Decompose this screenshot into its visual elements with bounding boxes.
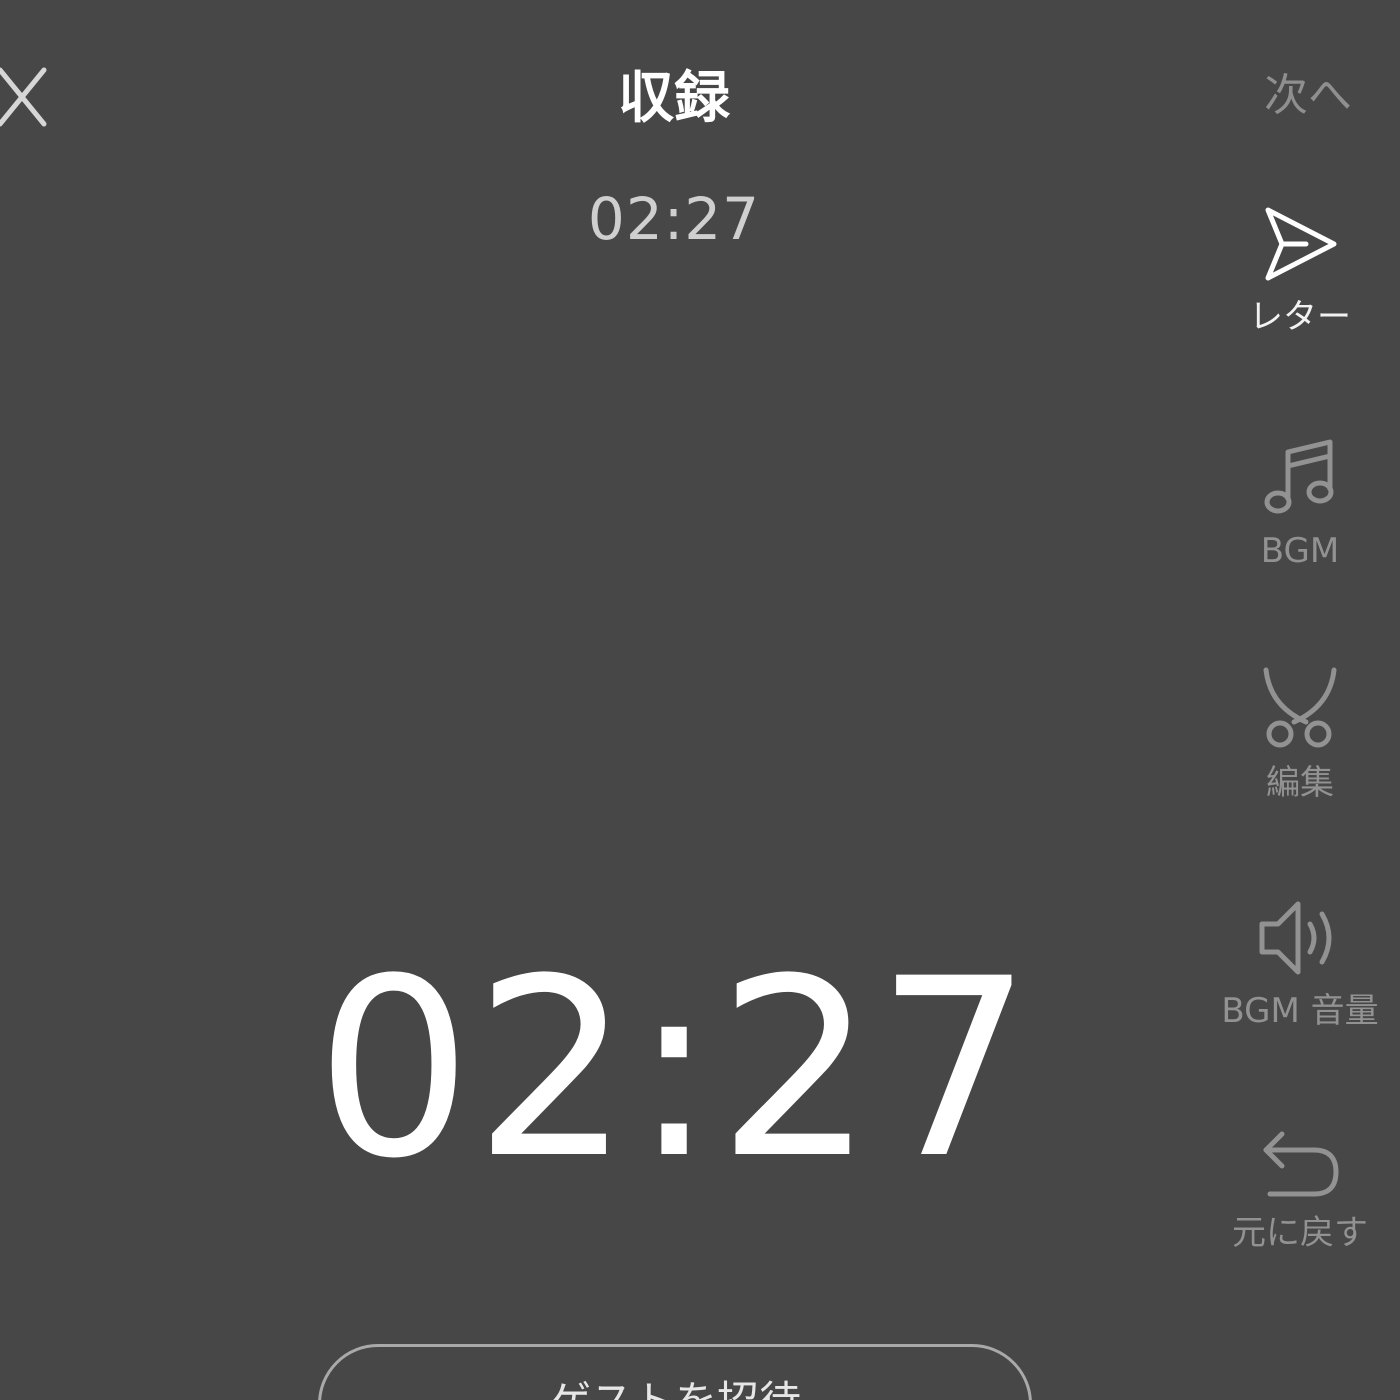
elapsed-time-small: 02:27 bbox=[587, 185, 761, 253]
invite-guest-button[interactable]: ゲストを招待 bbox=[318, 1344, 1032, 1400]
toolbar-item-label: BGM 音量 bbox=[1221, 991, 1379, 1031]
toolbar-item-edit[interactable]: 編集 bbox=[1220, 666, 1380, 804]
next-button[interactable]: 次へ bbox=[1238, 66, 1378, 126]
send-icon bbox=[1265, 207, 1337, 281]
speaker-icon bbox=[1259, 901, 1332, 975]
close-button[interactable] bbox=[0, 64, 50, 130]
toolbar-item-label: 編集 bbox=[1266, 763, 1334, 803]
toolbar-item-label: BGM bbox=[1260, 531, 1340, 571]
toolbar-item-undo[interactable]: 元に戻す bbox=[1220, 1128, 1380, 1254]
close-icon bbox=[0, 67, 47, 127]
toolbar-item-bgm[interactable]: BGM bbox=[1220, 438, 1380, 572]
page-title: 収録 bbox=[618, 66, 730, 131]
toolbar-item-letter[interactable]: レター bbox=[1220, 204, 1380, 338]
toolbar-item-label: 元に戻す bbox=[1232, 1213, 1368, 1253]
music-note-icon bbox=[1264, 439, 1334, 514]
toolbar-item-bgm-volume[interactable]: BGM 音量 bbox=[1220, 898, 1380, 1032]
scissors-icon bbox=[1263, 667, 1337, 748]
elapsed-time-large: 02:27 bbox=[315, 927, 1035, 1213]
recording-screen: 収録 次へ 02:27 レター BGM 編集 BGM 音量 元に戻す 02:27 bbox=[0, 0, 1400, 1400]
undo-icon bbox=[1263, 1131, 1339, 1197]
toolbar-item-label: レター bbox=[1249, 297, 1351, 337]
invite-guest-label: ゲストを招待 bbox=[321, 1377, 1029, 1400]
